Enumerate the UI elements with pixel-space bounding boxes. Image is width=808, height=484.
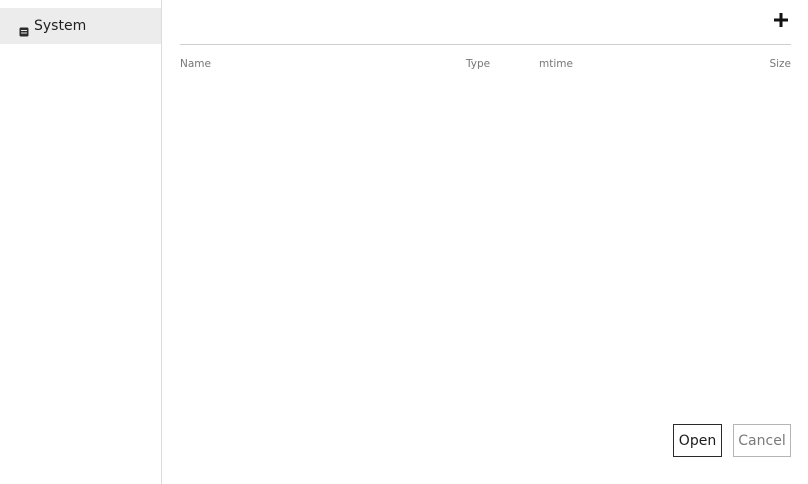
sidebar: System [0, 0, 162, 484]
file-pane: Name Type mtime Size Open Cancel [162, 0, 808, 484]
plus-icon [774, 13, 788, 27]
sidebar-item-label: System [34, 18, 87, 34]
open-button[interactable]: Open [673, 424, 722, 457]
column-header-mtime[interactable]: mtime [539, 58, 573, 70]
drive-icon [19, 22, 29, 37]
file-open-dialog: System Name Type mtime Size Open Cancel [0, 0, 808, 484]
sidebar-item-system[interactable]: System [0, 8, 161, 44]
toolbar-divider [180, 44, 791, 45]
add-button[interactable] [772, 11, 790, 29]
column-header-size[interactable]: Size [769, 58, 791, 70]
column-header-name[interactable]: Name [180, 58, 211, 70]
column-header-type[interactable]: Type [466, 58, 490, 70]
cancel-button[interactable]: Cancel [733, 424, 791, 457]
